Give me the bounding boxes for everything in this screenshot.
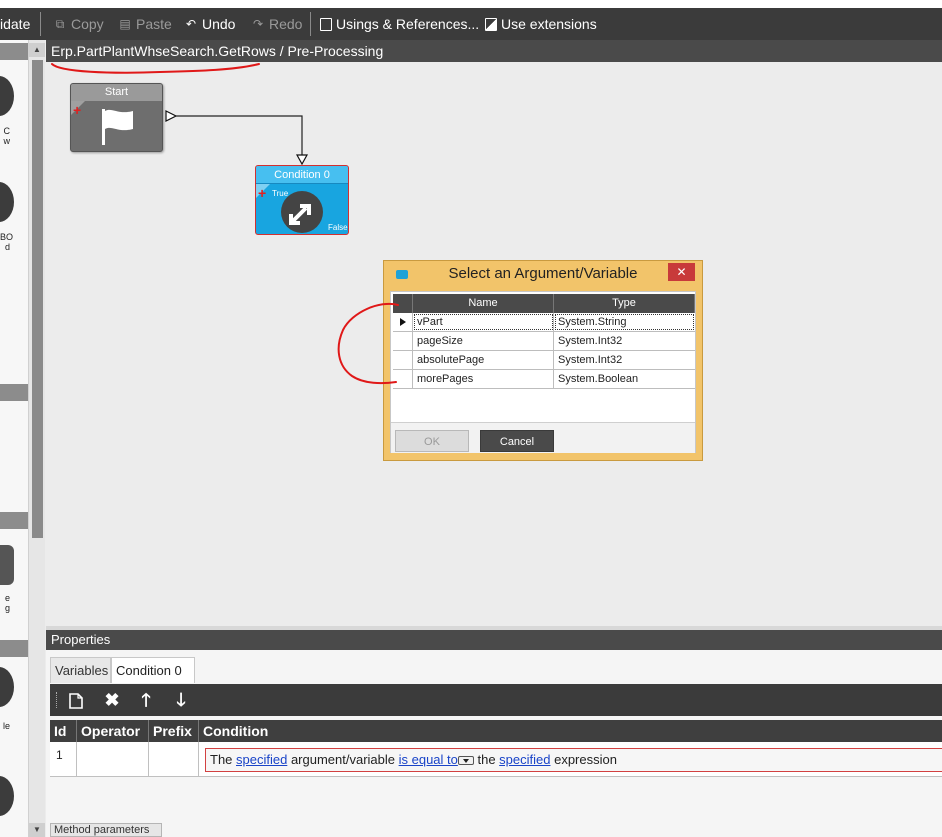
expr-text: The bbox=[210, 752, 237, 767]
column-header-name[interactable]: Name bbox=[413, 294, 554, 313]
delete-icon: ✖ bbox=[104, 690, 120, 710]
row-selector[interactable] bbox=[393, 332, 413, 350]
condition-icon bbox=[281, 191, 323, 233]
condition-expression[interactable]: The specified argument/variable is equal… bbox=[205, 748, 942, 772]
argument-type[interactable]: System.Boolean bbox=[554, 370, 695, 388]
column-header-operator[interactable]: Operator bbox=[77, 720, 149, 742]
argument-type[interactable]: System.Int32 bbox=[554, 351, 695, 369]
expr-text: argument/variable bbox=[287, 752, 399, 767]
condition-node-title: Condition 0 bbox=[256, 166, 348, 184]
column-header-id[interactable]: Id bbox=[50, 720, 77, 742]
argument-row[interactable]: pageSize System.Int32 bbox=[393, 332, 695, 351]
grid-header-corner bbox=[393, 294, 413, 313]
condition-grid-header: Id Operator Prefix Condition bbox=[50, 720, 942, 742]
argument-name[interactable]: pageSize bbox=[413, 332, 554, 350]
tab-condition[interactable]: Condition 0 bbox=[111, 657, 195, 683]
plus-icon[interactable]: + bbox=[73, 103, 81, 117]
condition-prefix[interactable] bbox=[149, 742, 199, 777]
plus-icon[interactable]: + bbox=[258, 186, 266, 200]
properties-header: Properties bbox=[46, 630, 942, 650]
specified-argument-link[interactable]: specified bbox=[236, 752, 287, 767]
current-row-arrow-icon bbox=[400, 318, 406, 326]
new-document-icon bbox=[69, 693, 83, 710]
move-up-icon: 🡑 bbox=[141, 690, 151, 710]
column-header-type[interactable]: Type bbox=[554, 294, 695, 313]
dialog-button-area: OK Cancel bbox=[391, 422, 695, 453]
column-header-prefix[interactable]: Prefix bbox=[149, 720, 199, 742]
specified-expression-link[interactable]: specified bbox=[499, 752, 550, 767]
delete-condition-button[interactable]: ✖ bbox=[100, 684, 124, 716]
move-up-button[interactable]: 🡑 bbox=[134, 684, 158, 716]
condition-id: 1 bbox=[50, 742, 77, 777]
new-condition-button[interactable] bbox=[64, 684, 88, 716]
grid-header: Name Type bbox=[393, 294, 695, 313]
column-header-condition[interactable]: Condition bbox=[199, 720, 942, 742]
argument-name[interactable]: absolutePage bbox=[413, 351, 554, 369]
tab-method-parameters[interactable]: Method parameters bbox=[50, 823, 162, 837]
argument-type[interactable]: System.String bbox=[554, 313, 695, 331]
argument-type[interactable]: System.Int32 bbox=[554, 332, 695, 350]
move-down-icon: 🡓 bbox=[176, 690, 186, 710]
select-argument-dialog: Select an Argument/Variable ✕ Name Type … bbox=[383, 260, 703, 461]
argument-row[interactable]: absolutePage System.Int32 bbox=[393, 351, 695, 370]
operator-link[interactable]: is equal to bbox=[399, 752, 458, 767]
flag-icon bbox=[102, 109, 133, 145]
condition-toolbar: ✖ 🡑 🡓 bbox=[50, 684, 942, 716]
dialog-title: Select an Argument/Variable bbox=[448, 265, 638, 282]
false-branch-label: False bbox=[328, 223, 348, 232]
move-down-button[interactable]: 🡓 bbox=[169, 684, 193, 716]
row-selector[interactable] bbox=[393, 351, 413, 369]
expr-text: the bbox=[473, 752, 500, 767]
condition-node[interactable]: Condition 0 + True False bbox=[255, 165, 349, 235]
close-icon[interactable]: ✕ bbox=[668, 263, 695, 281]
start-node[interactable]: Start + bbox=[70, 83, 163, 152]
expr-text: expression bbox=[550, 752, 617, 767]
start-node-title: Start bbox=[71, 84, 162, 101]
cancel-button[interactable]: Cancel bbox=[480, 430, 554, 452]
argument-name[interactable]: vPart bbox=[413, 313, 554, 331]
tab-variables[interactable]: Variables bbox=[50, 657, 111, 683]
operator-dropdown-icon[interactable] bbox=[457, 756, 474, 766]
row-selector[interactable] bbox=[393, 370, 413, 388]
argument-row[interactable]: morePages System.Boolean bbox=[393, 370, 695, 389]
dialog-body: Name Type vPart System.String pageSize S… bbox=[390, 291, 696, 453]
ok-button[interactable]: OK bbox=[395, 430, 469, 452]
toolbar-grip bbox=[56, 692, 59, 708]
argument-grid: Name Type vPart System.String pageSize S… bbox=[393, 294, 695, 389]
row-selector[interactable] bbox=[393, 313, 413, 331]
argument-row[interactable]: vPart System.String bbox=[393, 313, 695, 332]
argument-name[interactable]: morePages bbox=[413, 370, 554, 388]
condition-operator[interactable] bbox=[77, 742, 149, 777]
